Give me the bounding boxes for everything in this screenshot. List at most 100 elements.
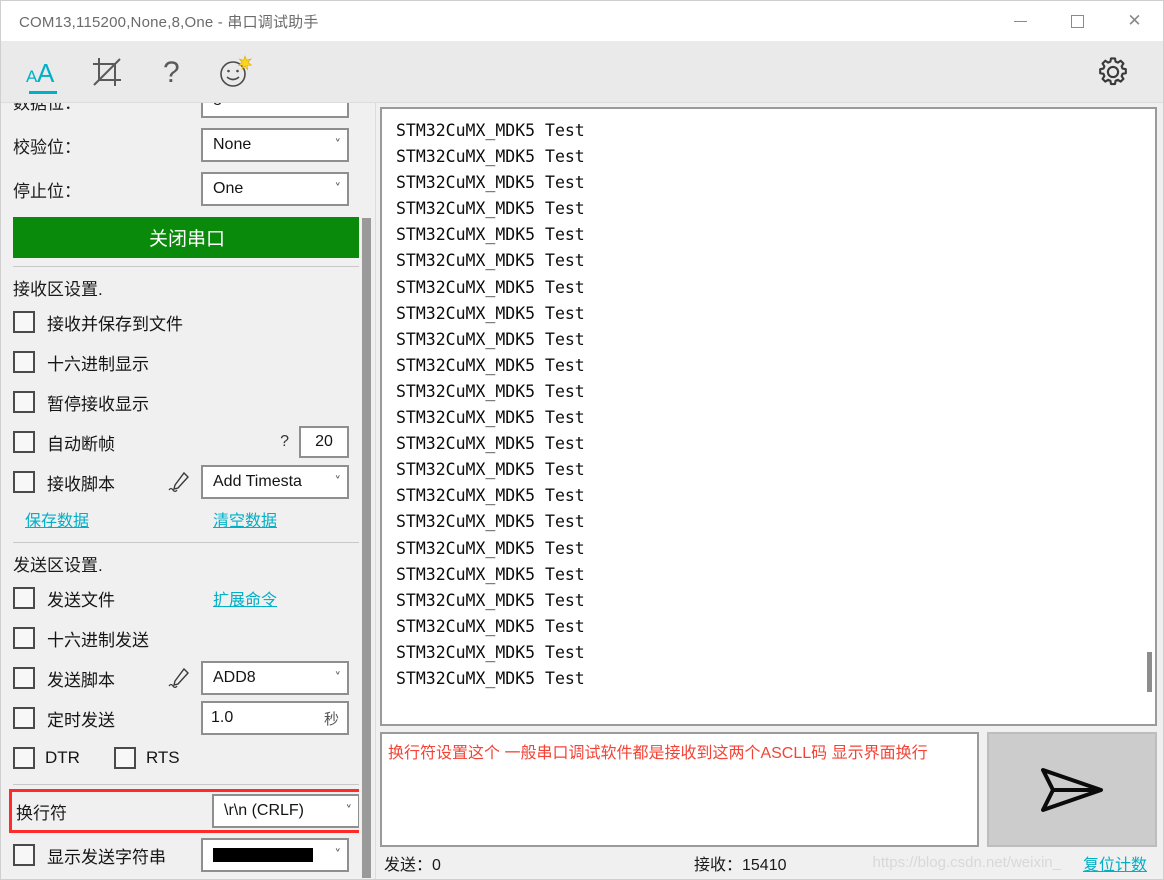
send-script-row: 发送脚本 ADD8 ˅ [13, 658, 349, 698]
newline-select[interactable]: \r\n (CRLF) ˅ [212, 794, 360, 828]
auto-frame-checkbox[interactable] [13, 431, 35, 453]
chevron-down-icon: ˅ [334, 847, 342, 863]
rts-checkbox[interactable] [113, 747, 136, 769]
edit-script-button[interactable] [167, 470, 191, 494]
divider [13, 542, 361, 543]
receive-script-checkbox[interactable] [13, 471, 35, 493]
receive-scrollbar-thumb[interactable] [1147, 652, 1152, 692]
sidebar-scrollbar-thumb[interactable] [362, 218, 371, 878]
pen-icon [168, 471, 189, 493]
stopbits-row: 停止位： One ˅ [13, 167, 349, 211]
stopbits-select[interactable]: One ˅ [201, 172, 349, 206]
help-button[interactable]: ? [143, 44, 199, 100]
save-data-link[interactable]: 保存数据 [25, 507, 89, 531]
receive-textarea[interactable]: STM32CuMX_MDK5 Test STM32CuMX_MDK5 Test … [380, 107, 1157, 726]
minimize-icon [1014, 20, 1027, 22]
active-indicator [29, 90, 57, 94]
send-textarea[interactable]: 换行符设置这个 一般串口调试软件都是接收到这两个ASCLL码 显示界面换行 [380, 732, 979, 847]
hex-display-row[interactable]: 十六进制显示 [13, 342, 349, 382]
receive-script-label: 接收脚本 [47, 474, 115, 494]
chevron-down-icon: ˅ [334, 474, 342, 490]
send-file-label: 发送文件 [47, 590, 115, 610]
hex-send-label: 十六进制发送 [47, 630, 149, 650]
receive-script-select[interactable]: Add Timesta ˅ [201, 465, 349, 499]
dtr-checkbox[interactable] [13, 747, 35, 769]
close-icon: ✕ [1127, 10, 1142, 31]
send-file-checkbox[interactable] [13, 587, 35, 609]
save-to-file-label: 接收并保存到文件 [47, 314, 183, 334]
save-to-file-checkbox[interactable] [13, 311, 35, 333]
sparkle-icon [237, 54, 253, 71]
extend-command-link[interactable]: 扩展命令 [213, 586, 277, 610]
edit-send-script-button[interactable] [167, 666, 191, 690]
send-string-color-select[interactable]: ˅ [201, 838, 349, 872]
annotation-text: 换行符设置这个 一般串口调试软件都是接收到这两个ASCLL码 显示界面换行 [388, 745, 928, 762]
pen-icon [168, 667, 189, 689]
dtr-rts-row: DTR RTS [13, 738, 349, 778]
auto-frame-help-icon[interactable]: ? [280, 433, 289, 451]
settings-button[interactable] [1085, 44, 1141, 100]
hex-send-checkbox[interactable] [13, 627, 35, 649]
send-section-title: 发送区设置. [13, 556, 103, 575]
color-swatch [213, 848, 313, 862]
show-send-string-row: 显示发送字符串 ˅ [13, 835, 349, 875]
toolbar: A A ? [1, 41, 1163, 103]
close-button[interactable]: ✕ [1106, 1, 1163, 41]
chevron-down-icon: ˅ [334, 181, 342, 197]
divider [13, 266, 361, 267]
crop-icon [93, 57, 121, 86]
chevron-down-icon: ˅ [334, 670, 342, 686]
pause-display-row[interactable]: 暂停接收显示 [13, 382, 349, 422]
save-to-file-row[interactable]: 接收并保存到文件 [13, 302, 349, 342]
parity-select[interactable]: None ˅ [201, 128, 349, 162]
main-panel: STM32CuMX_MDK5 Test STM32CuMX_MDK5 Test … [376, 103, 1163, 879]
crop-button[interactable] [79, 44, 135, 100]
auto-frame-row: 自动断帧 ? 20 [13, 422, 349, 462]
clear-data-link[interactable]: 清空数据 [213, 507, 277, 531]
settings-sidebar: 数据位： 8 ˅ 校验位： None ˅ 停止位： [1, 103, 376, 879]
auto-frame-label: 自动断帧 [47, 434, 115, 454]
databits-value: 8 [213, 103, 222, 110]
hex-display-checkbox[interactable] [13, 351, 35, 373]
gear-icon [1099, 56, 1127, 85]
timed-send-input[interactable]: 1.0 秒 [201, 701, 349, 735]
newline-value: \r\n (CRLF) [224, 802, 304, 819]
feedback-button[interactable] [207, 44, 263, 100]
close-port-button[interactable]: 关闭串口 [13, 217, 361, 258]
maximize-icon [1071, 14, 1084, 28]
send-script-checkbox[interactable] [13, 667, 35, 689]
minimize-button[interactable] [992, 1, 1049, 41]
databits-select[interactable]: 8 ˅ [201, 103, 349, 118]
parity-row: 校验位： None ˅ [13, 123, 349, 167]
maximize-button[interactable] [1049, 1, 1106, 41]
app-window: COM13,115200,None,8,One - 串口调试助手 ✕ A A ?… [0, 0, 1164, 880]
send-button[interactable] [987, 732, 1157, 847]
auto-frame-input[interactable]: 20 [299, 426, 349, 458]
show-send-string-checkbox[interactable] [13, 844, 35, 866]
newline-label: 换行符 [16, 803, 67, 823]
send-script-label: 发送脚本 [47, 670, 115, 690]
help-icon: ? [163, 56, 180, 89]
timed-send-checkbox[interactable] [13, 707, 35, 729]
smiley-icon [220, 54, 253, 87]
send-row: 换行符设置这个 一般串口调试软件都是接收到这两个ASCLL码 显示界面换行 [380, 732, 1157, 847]
hex-send-row[interactable]: 十六进制发送 [13, 618, 349, 658]
receive-text-content: STM32CuMX_MDK5 Test STM32CuMX_MDK5 Test … [396, 121, 585, 688]
window-title: COM13,115200,None,8,One - 串口调试助手 [19, 13, 319, 31]
reset-counter-link[interactable]: 复位计数 [1083, 851, 1153, 875]
send-script-value: ADD8 [213, 669, 256, 686]
font-size-button[interactable]: A A [15, 44, 71, 100]
timed-send-row: 定时发送 1.0 秒 [13, 698, 349, 738]
title-bar: COM13,115200,None,8,One - 串口调试助手 ✕ [1, 1, 1163, 41]
hex-display-label: 十六进制显示 [47, 354, 149, 374]
settings-scroll-content: 数据位： 8 ˅ 校验位： None ˅ 停止位： [1, 103, 369, 875]
stopbits-value: One [213, 180, 244, 197]
receive-script-value: Add Timesta [213, 473, 302, 490]
sent-count: 发送：0 [384, 857, 441, 874]
pause-display-checkbox[interactable] [13, 391, 35, 413]
databits-label: 数据位： [13, 103, 81, 113]
watermark-text: https://blog.csdn.net/weixin_ [872, 854, 1061, 871]
body: 数据位： 8 ˅ 校验位： None ˅ 停止位： [1, 103, 1163, 879]
timed-send-value: 1.0 [211, 709, 234, 726]
send-script-select[interactable]: ADD8 ˅ [201, 661, 349, 695]
